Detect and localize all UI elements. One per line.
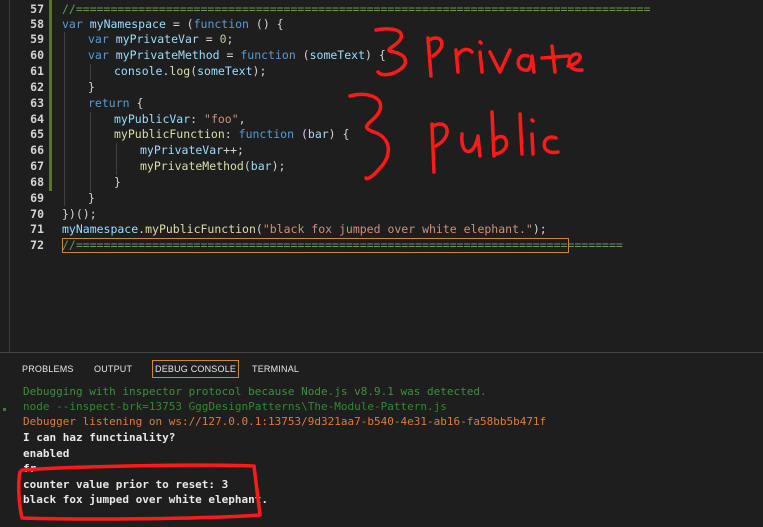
line-number: 57 [30, 2, 44, 16]
code-area[interactable]: //======================================… [62, 0, 752, 352]
line-number: 60 [30, 48, 44, 62]
code-line-58: var myNamespace = (function () { [62, 17, 284, 31]
console-line: Debugger listening on ws://127.0.0.1:137… [23, 415, 547, 428]
tab-debug-console[interactable]: DEBUG CONSOLE [152, 360, 240, 378]
vscode-window: 57 58 59 60 61 62 63 64 65 66 67 68 69 7… [0, 0, 763, 527]
current-line-highlight [62, 238, 569, 253]
indent-guide [116, 143, 117, 175]
line-number: 63 [30, 96, 44, 110]
indent-guide [64, 32, 65, 206]
tab-problems[interactable]: PROBLEMS [22, 361, 74, 377]
code-line-70: })(); [62, 207, 97, 221]
console-line: node --inspect-brk=13753 GggDesignPatter… [23, 400, 447, 413]
code-line-67: myPrivateMethod(bar); [140, 159, 286, 173]
indent-guide [90, 64, 91, 80]
indent-guide [90, 112, 91, 192]
line-number: 64 [30, 112, 44, 126]
line-number: 70 [30, 207, 44, 221]
line-number: 62 [30, 80, 44, 94]
tab-output[interactable]: OUTPUT [94, 361, 132, 377]
line-number: 69 [30, 191, 44, 205]
code-line-68: } [114, 175, 121, 189]
code-line-63: return { [88, 96, 144, 110]
bottom-panel: PROBLEMS OUTPUT DEBUG CONSOLE TERMINAL D… [0, 352, 763, 527]
console-line: black fox jumped over white elephant. [23, 493, 269, 506]
code-line-62: } [88, 80, 95, 94]
line-number: 58 [30, 17, 44, 31]
panel-marker [3, 408, 6, 411]
code-line-60: var myPrivateMethod = function (someText… [88, 48, 386, 62]
console-line: fr [23, 462, 37, 475]
code-line-65: myPublicFunction: function (bar) { [114, 127, 350, 141]
console-line: I can haz functinality? [23, 431, 176, 444]
line-number: 68 [30, 175, 44, 189]
line-number: 72 [30, 238, 44, 252]
code-line-71: myNamespace.myPublicFunction("black fox … [62, 222, 547, 236]
code-line-61: console.log(someText); [114, 64, 267, 78]
line-number-gutter: 57 58 59 60 61 62 63 64 65 66 67 68 69 7… [10, 0, 46, 352]
console-line: enabled [23, 447, 70, 460]
tab-terminal[interactable]: TERMINAL [252, 361, 299, 377]
line-number: 59 [30, 32, 44, 46]
code-editor[interactable]: 57 58 59 60 61 62 63 64 65 66 67 68 69 7… [0, 0, 763, 352]
line-number: 71 [30, 222, 44, 236]
code-line-69: } [88, 191, 95, 205]
line-number: 61 [30, 64, 44, 78]
code-line-66: myPrivateVar++; [140, 143, 244, 157]
git-modified-indicator [49, 0, 52, 191]
code-line-59: var myPrivateVar = 0; [88, 32, 234, 46]
line-number: 67 [30, 159, 44, 173]
console-line: Debugging with inspector protocol becaus… [23, 385, 487, 398]
code-line-57: //======================================… [62, 2, 651, 16]
code-line-64: myPublicVar: "foo", [114, 112, 246, 126]
line-number: 65 [30, 127, 44, 141]
console-line: counter value prior to reset: 3 [23, 478, 229, 491]
line-number: 66 [30, 143, 44, 157]
